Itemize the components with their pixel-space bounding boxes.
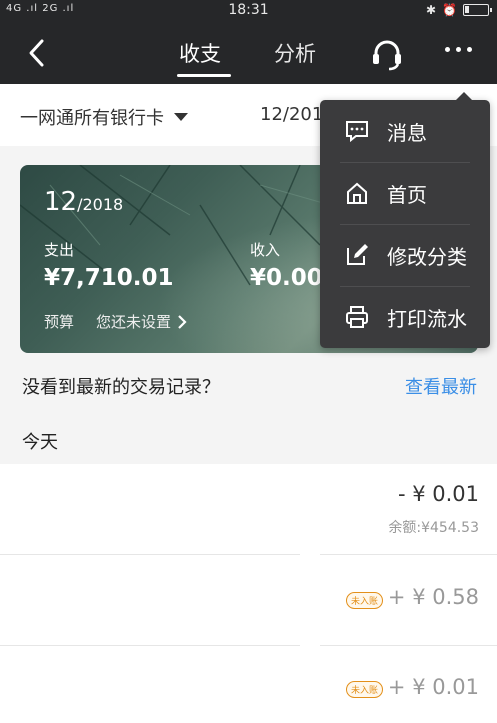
income-value: ¥0.00 bbox=[250, 265, 323, 291]
nav-bar: 收支 分析 bbox=[0, 22, 497, 84]
tab-income-expense[interactable]: 收支 bbox=[179, 38, 221, 68]
card-filter-dropdown[interactable]: 一网通所有银行卡 bbox=[20, 104, 188, 130]
headset-icon[interactable] bbox=[369, 36, 405, 72]
home-icon bbox=[347, 182, 367, 204]
status-icons: ✱ ⏰ bbox=[425, 3, 492, 17]
menu-item-label: 修改分类 bbox=[387, 244, 467, 269]
card-filter-label: 一网通所有银行卡 bbox=[20, 108, 164, 129]
menu-item-edit-category[interactable]: 修改分类 bbox=[320, 224, 490, 286]
transaction-balance: 余额:¥454.53 bbox=[388, 520, 479, 536]
date-filter[interactable]: 12/201 bbox=[260, 104, 323, 125]
status-bar: 4G .ıl 2G .ıl 18:31 ✱ ⏰ bbox=[0, 0, 497, 22]
budget-value: 您还未设置 bbox=[96, 313, 172, 331]
status-time: 18:31 bbox=[228, 2, 269, 18]
transaction-amount: + ¥ 0.58 bbox=[387, 585, 479, 609]
bluetooth-icon: ✱ bbox=[425, 3, 437, 17]
transaction-amount: + ¥ 0.01 bbox=[387, 675, 479, 699]
section-header-today: 今天 bbox=[22, 432, 58, 453]
budget-setup-link[interactable]: 您还未设置 bbox=[96, 311, 187, 332]
transaction-amount: - ¥ 0.01 bbox=[397, 482, 479, 506]
battery-icon bbox=[463, 4, 492, 16]
menu-item-print-statement[interactable]: 打印流水 bbox=[320, 286, 490, 348]
edit-icon bbox=[347, 244, 368, 265]
alarm-icon: ⏰ bbox=[442, 3, 457, 17]
chevron-left-icon[interactable] bbox=[22, 36, 52, 70]
expense-label: 支出 bbox=[44, 241, 75, 259]
transaction-row[interactable]: - ¥ 0.01 余额:¥454.53 bbox=[0, 464, 497, 554]
menu-item-label: 消息 bbox=[387, 120, 427, 145]
view-latest-link[interactable]: 查看最新 bbox=[405, 373, 477, 399]
tab-analysis[interactable]: 分析 bbox=[274, 38, 316, 68]
summary-month: 12/2018 bbox=[44, 187, 123, 217]
income-label: 收入 bbox=[250, 241, 281, 259]
active-tab-indicator bbox=[177, 74, 231, 77]
pending-badge: 未入账 bbox=[346, 592, 384, 609]
month-year: /2018 bbox=[77, 195, 124, 214]
triangle-down-icon bbox=[174, 113, 188, 121]
menu-item-home[interactable]: 首页 bbox=[320, 162, 490, 224]
transaction-row[interactable]: 未入账 + ¥ 0.01 bbox=[0, 646, 497, 723]
message-icon bbox=[346, 121, 368, 143]
more-menu-popup: 消息 首页 修改分类 打印流水 bbox=[320, 92, 490, 348]
chevron-right-icon bbox=[178, 314, 187, 329]
transaction-row[interactable]: 未入账 + ¥ 0.58 bbox=[0, 555, 497, 645]
menu-item-label: 首页 bbox=[387, 182, 427, 207]
more-dots-icon[interactable] bbox=[445, 47, 472, 52]
no-latest-notice: 没看到最新的交易记录？ bbox=[22, 377, 220, 398]
pending-badge: 未入账 bbox=[346, 681, 384, 698]
printer-icon bbox=[346, 306, 368, 328]
menu-item-messages[interactable]: 消息 bbox=[320, 100, 490, 162]
menu-item-label: 打印流水 bbox=[387, 306, 467, 331]
month-number: 12 bbox=[44, 187, 78, 217]
expense-value: ¥7,710.01 bbox=[44, 265, 174, 291]
budget-label: 预算 bbox=[44, 313, 75, 331]
